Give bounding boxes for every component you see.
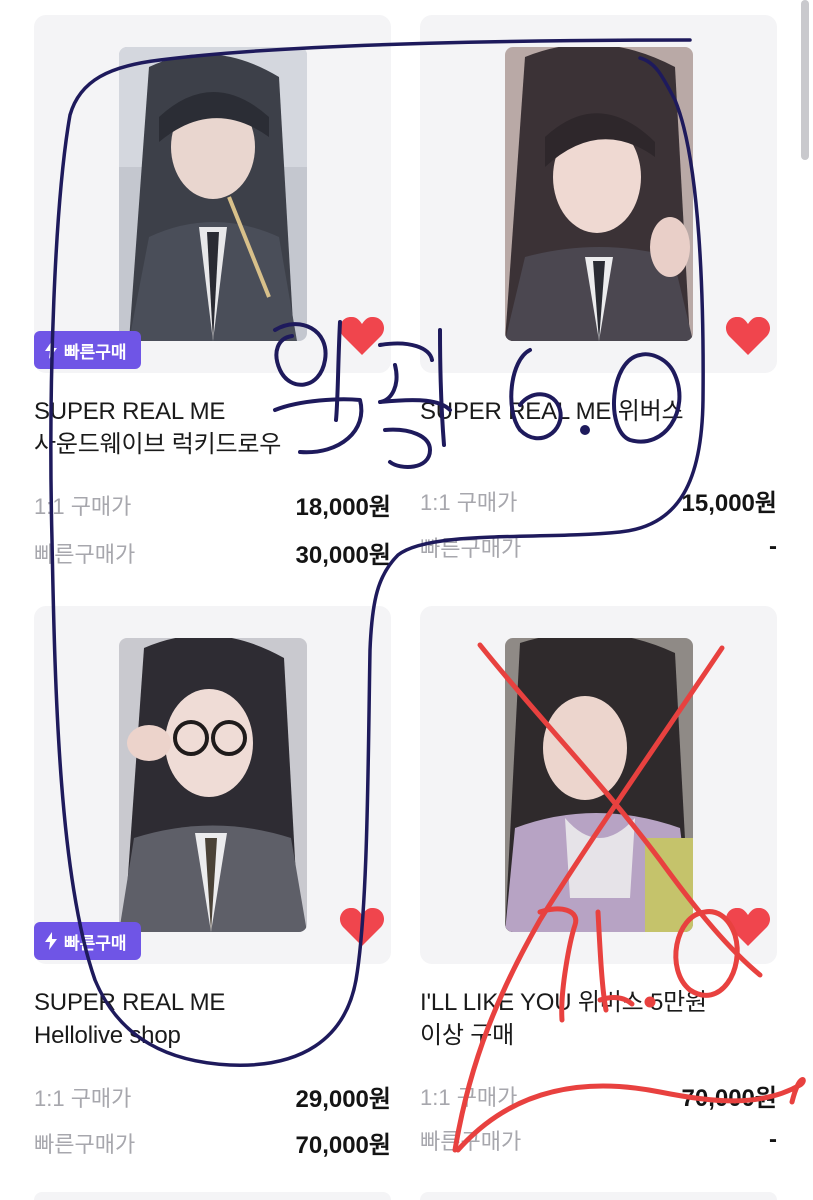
price-row-1to1: 1:1 구매가 15,000원 <box>420 483 777 518</box>
product-title-line: 이상 구매 <box>420 1022 514 1049</box>
price-label: 빠른구매가 <box>34 1131 136 1157</box>
next-card-edge <box>34 1192 391 1200</box>
price-value: - <box>769 533 777 560</box>
product-title[interactable]: SUPER REAL ME 사운드웨이브 럭키드로우 <box>34 395 391 461</box>
price-label: 빠른구매가 <box>420 536 522 561</box>
price-row-1to1: 1:1 구매가 70,000원 <box>420 1078 777 1113</box>
price-value: 30,000원 <box>295 542 392 569</box>
product-title-line: SUPER REAL ME <box>34 398 226 425</box>
product-thumbnail[interactable]: 빠른구매 <box>34 606 391 964</box>
product-photo <box>119 638 307 932</box>
heart-icon[interactable] <box>339 315 385 357</box>
price-row-quick: 빠른구매가 70,000원 <box>34 1125 391 1160</box>
product-title-line: I'LL LIKE YOU 위버스 5만원 <box>420 989 707 1016</box>
product-photo <box>119 47 307 341</box>
quick-purchase-badge-label: 빠른구매 <box>64 933 127 953</box>
product-thumbnail[interactable]: 빠른구매 <box>34 15 391 373</box>
price-row-quick: 빠른구매가 - <box>420 531 777 563</box>
heart-icon[interactable] <box>725 315 771 357</box>
price-row-1to1: 1:1 구매가 29,000원 <box>34 1079 391 1114</box>
lightning-icon <box>45 341 57 359</box>
product-title-line: 사운드웨이브 럭키드로우 <box>34 431 282 458</box>
price-label: 1:1 구매가 <box>34 1085 132 1111</box>
product-title[interactable]: SUPER REAL ME Hellolive shop <box>34 986 391 1052</box>
price-row-quick: 빠른구매가 - <box>420 1124 777 1156</box>
price-label: 빠른구매가 <box>420 1129 522 1154</box>
price-label: 1:1 구매가 <box>420 489 518 515</box>
price-value: 70,000원 <box>681 1085 778 1112</box>
product-title[interactable]: SUPER REAL ME 위버스 <box>420 395 777 428</box>
price-label: 1:1 구매가 <box>420 1084 518 1110</box>
product-photo <box>505 47 693 341</box>
price-value: 18,000원 <box>295 494 392 521</box>
product-title[interactable]: I'LL LIKE YOU 위버스 5만원 이상 구매 <box>420 986 777 1052</box>
lightning-icon <box>45 932 57 950</box>
price-value: 29,000원 <box>295 1086 392 1113</box>
price-label: 빠른구매가 <box>34 541 136 567</box>
product-title-line: SUPER REAL ME <box>34 989 226 1016</box>
product-photo <box>505 638 693 932</box>
scrollbar[interactable] <box>801 0 809 160</box>
price-value: - <box>769 1126 777 1153</box>
price-row-1to1: 1:1 구매가 18,000원 <box>34 487 391 522</box>
quick-purchase-badge: 빠른구매 <box>34 922 141 960</box>
next-card-edge <box>420 1192 777 1200</box>
price-label: 1:1 구매가 <box>34 493 132 519</box>
product-title-line: SUPER REAL ME 위버스 <box>420 398 684 425</box>
price-row-quick: 빠른구매가 30,000원 <box>34 535 391 570</box>
product-title-line: Hellolive shop <box>34 1022 181 1049</box>
heart-icon[interactable] <box>725 906 771 948</box>
heart-icon[interactable] <box>339 906 385 948</box>
quick-purchase-badge: 빠른구매 <box>34 331 141 369</box>
product-thumbnail[interactable] <box>420 606 777 964</box>
product-thumbnail[interactable] <box>420 15 777 373</box>
quick-purchase-badge-label: 빠른구매 <box>64 342 127 362</box>
price-value: 15,000원 <box>681 490 778 517</box>
price-value: 70,000원 <box>295 1132 392 1159</box>
